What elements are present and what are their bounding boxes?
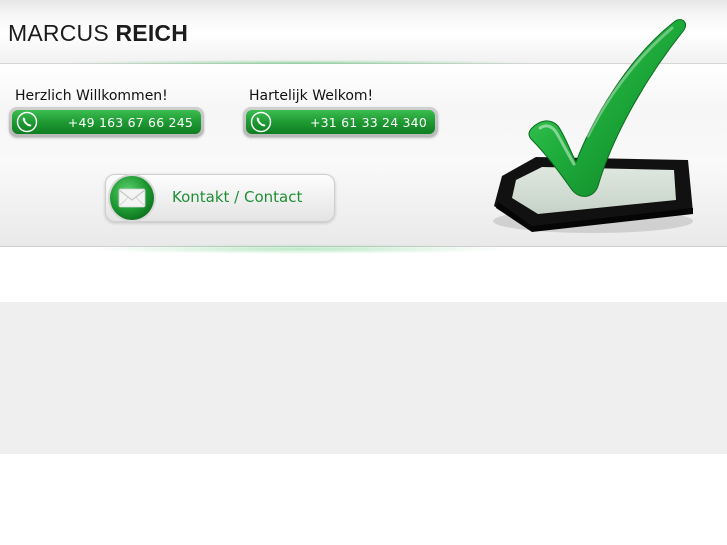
phone-icon [250, 111, 272, 133]
footer-band [0, 302, 727, 454]
checkmark-icon [493, 19, 693, 233]
envelope-icon [108, 174, 156, 222]
phone-button-germany[interactable]: +49 163 67 66 245 [9, 107, 204, 137]
phone-button-fill: +49 163 67 66 245 [12, 110, 201, 134]
site-logo[interactable]: MARCUS REICH [8, 20, 188, 47]
greeting-german: Herzlich Willkommen! [15, 88, 168, 104]
contact-button-label: Kontakt / Contact [172, 188, 303, 206]
greeting-dutch: Hartelijk Welkom! [249, 88, 374, 104]
contact-button[interactable]: Kontakt / Contact [105, 174, 335, 222]
phone-number-netherlands: +31 61 33 24 340 [309, 115, 427, 130]
phone-icon [16, 111, 38, 133]
phone-number-germany: +49 163 67 66 245 [67, 115, 193, 130]
phone-button-fill: +31 61 33 24 340 [246, 110, 435, 134]
logo-first-name: MARCUS [8, 20, 116, 46]
logo-last-name: REICH [115, 20, 189, 46]
content-glow [90, 244, 510, 254]
phone-button-netherlands[interactable]: +31 61 33 24 340 [243, 107, 438, 137]
